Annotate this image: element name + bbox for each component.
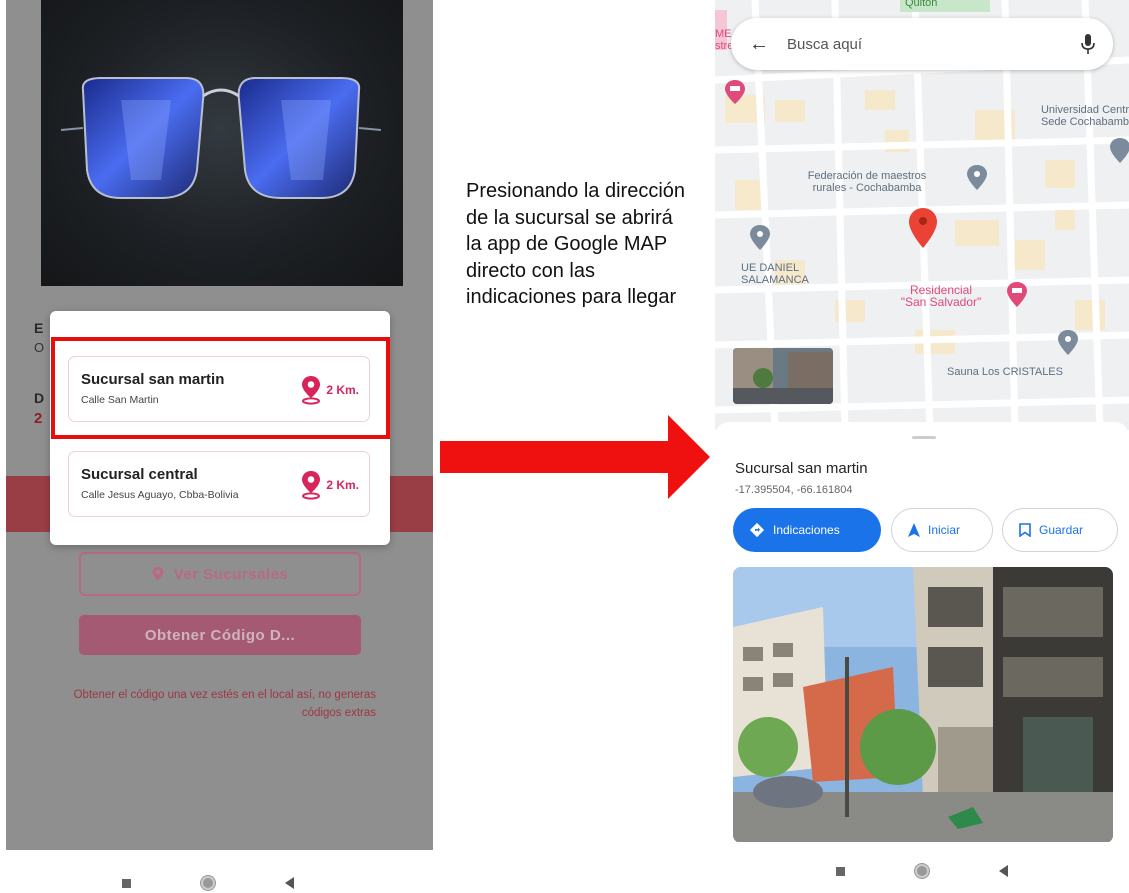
map-label: Sauna Los CRISTALES <box>947 366 1063 378</box>
microphone-icon[interactable] <box>1081 33 1095 55</box>
search-input[interactable]: Busca aquí <box>787 36 1081 53</box>
location-pin-icon <box>302 471 321 500</box>
ver-sucursales-label: Ver Sucursales <box>173 565 289 583</box>
google-map[interactable]: Quiton ME strel Universidad Centr Sede C… <box>715 0 1129 430</box>
branch-address: Calle Jesus Aguayo, Cbba-Bolivia <box>81 489 239 501</box>
arrow-right-icon <box>440 415 710 499</box>
highlight-box <box>51 337 390 439</box>
android-nav-bar <box>122 863 294 893</box>
map-search-bar[interactable]: ← Busca aquí <box>731 18 1113 70</box>
location-pin-icon <box>152 567 164 580</box>
place-details-sheet: Sucursal san martin -17.395504, -66.1618… <box>715 422 1129 842</box>
directions-label: Indicaciones <box>773 523 840 537</box>
home-button[interactable] <box>915 864 929 878</box>
navigation-arrow-icon <box>908 523 920 537</box>
start-label: Iniciar <box>928 523 961 537</box>
background-text: D <box>34 390 45 406</box>
street-photo-image <box>733 567 1113 842</box>
recent-apps-button[interactable] <box>122 878 131 888</box>
place-coordinates: -17.395504, -66.161804 <box>735 484 853 496</box>
home-button[interactable] <box>201 876 215 890</box>
right-phone-screen: Quiton ME strel Universidad Centr Sede C… <box>715 0 1129 842</box>
place-name: Sucursal san martin <box>735 460 868 477</box>
branch-name: Sucursal central <box>81 466 198 483</box>
branch-card-central[interactable]: Sucursal central Calle Jesus Aguayo, Cbb… <box>68 451 370 517</box>
map-label: Federación de maestros rurales - Cochaba… <box>807 170 927 194</box>
start-button[interactable]: Iniciar <box>891 508 993 552</box>
street-view-image <box>733 348 833 404</box>
save-button[interactable]: Guardar <box>1002 508 1118 552</box>
ver-sucursales-button[interactable]: Ver Sucursales <box>79 552 361 596</box>
place-photo[interactable] <box>733 567 1113 842</box>
android-nav-bar <box>836 851 1008 891</box>
directions-button[interactable]: Indicaciones <box>733 508 881 552</box>
recent-apps-button[interactable] <box>836 866 845 876</box>
directions-icon <box>749 522 765 538</box>
background-text: O <box>34 340 45 355</box>
glasses-image <box>61 77 381 199</box>
back-arrow-icon[interactable]: ← <box>749 33 769 56</box>
info-note: Obtener el código una vez estés en el lo… <box>73 689 376 719</box>
background-text: E <box>34 320 44 336</box>
map-label: Quiton <box>905 0 938 9</box>
branch-distance: 2 Km. <box>300 470 359 500</box>
instruction-caption: Presionando la dirección de la sucursal … <box>466 180 686 308</box>
drag-handle[interactable] <box>912 436 936 439</box>
distance-label: 2 Km. <box>326 478 359 492</box>
product-image <box>41 0 403 286</box>
map-label: Universidad Centr Sede Cochabamb <box>1040 104 1129 128</box>
bookmark-icon <box>1019 523 1031 537</box>
street-view-thumbnail[interactable] <box>733 348 833 404</box>
back-button[interactable] <box>999 865 1008 877</box>
obtener-codigo-label: Obtener Código D... <box>144 626 296 644</box>
save-label: Guardar <box>1039 523 1084 537</box>
obtener-codigo-button[interactable]: Obtener Código D... <box>79 615 361 655</box>
background-text: 2 <box>34 410 43 427</box>
map-label: Residencial "San Salvador" <box>900 283 982 309</box>
map-label: UE DANIEL SALAMANCA <box>741 262 809 286</box>
back-button[interactable] <box>285 877 294 889</box>
